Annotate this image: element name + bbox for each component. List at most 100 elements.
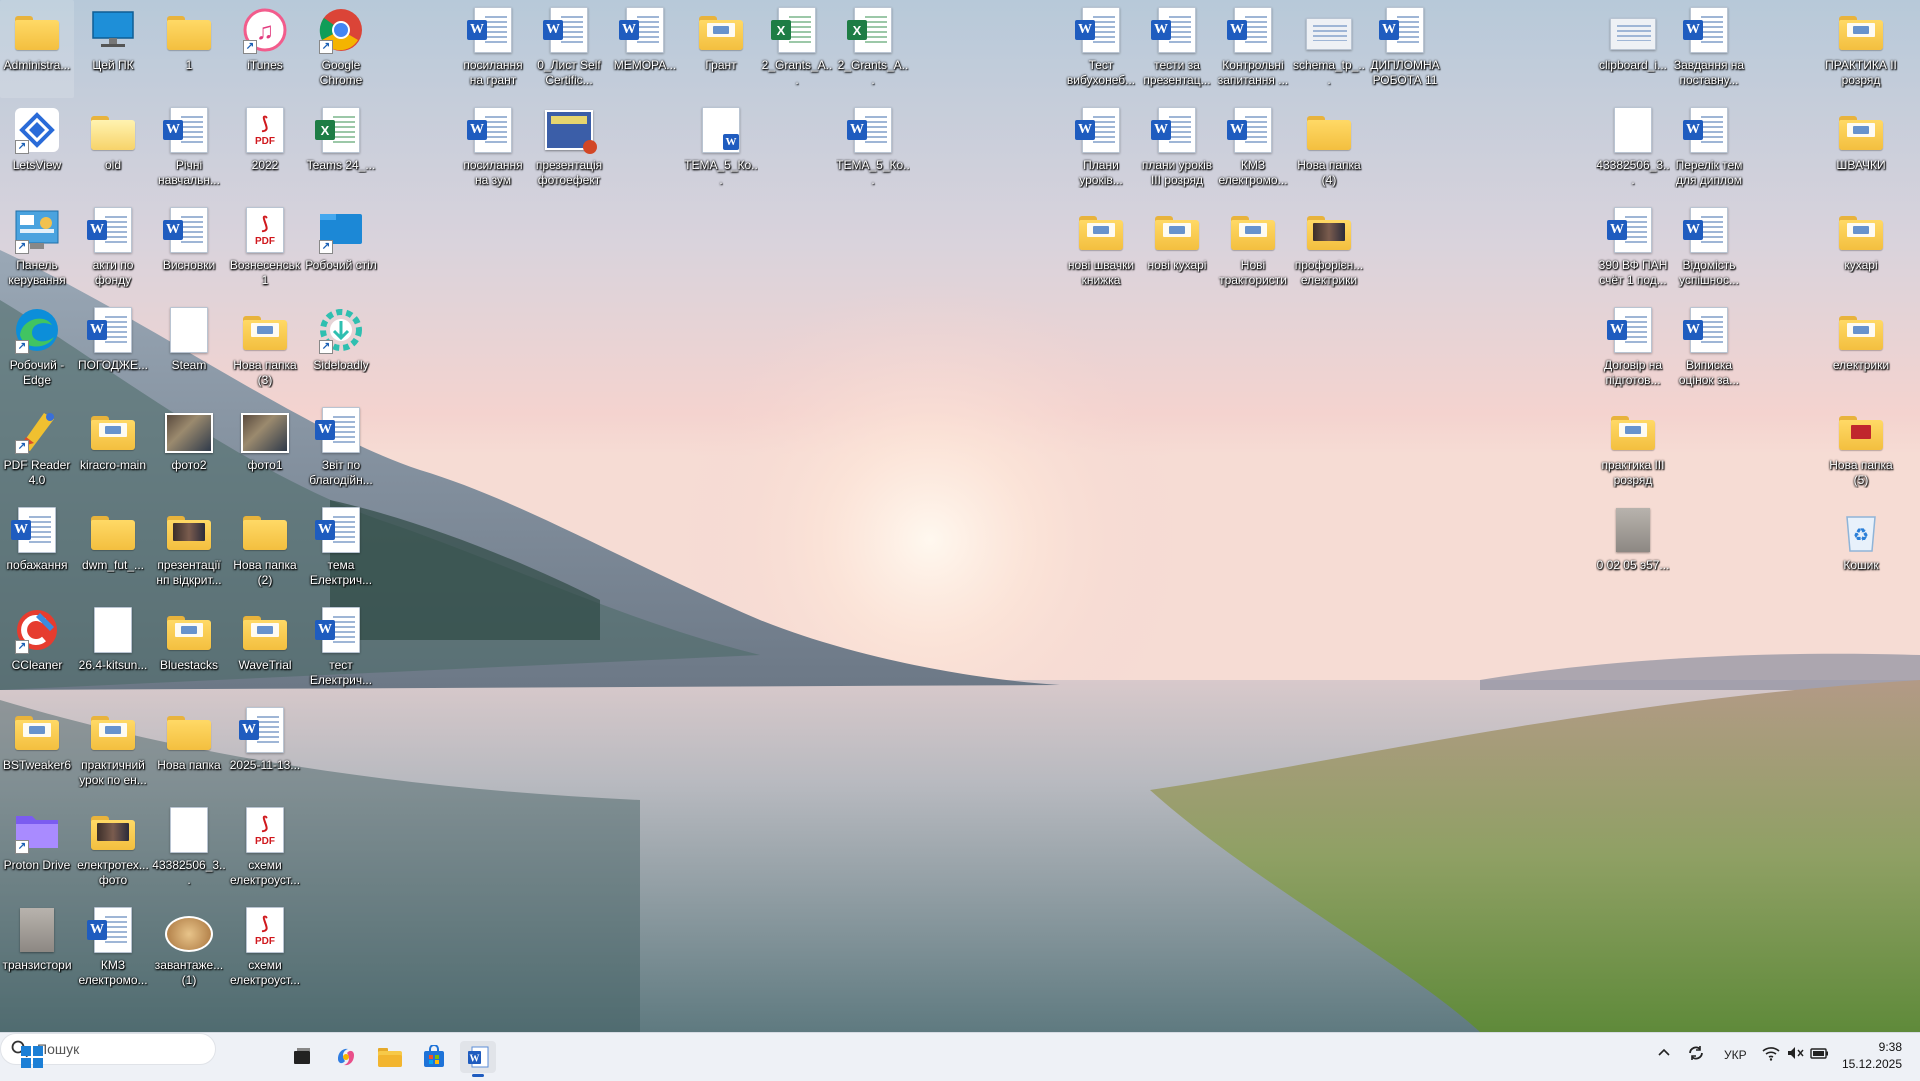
desktop-icon[interactable]: W Річні навчальн... bbox=[152, 100, 226, 198]
desktop-icon[interactable]: ШВАЧКИ bbox=[1824, 100, 1898, 198]
desktop-icon[interactable]: 43382506_3... bbox=[1596, 100, 1670, 198]
tray-clock[interactable]: 9:38 15.12.2025 bbox=[1842, 1039, 1902, 1073]
desktop-icon[interactable]: W КМЗ електромо... bbox=[76, 900, 150, 998]
desktop-icon[interactable]: Steam bbox=[152, 300, 226, 398]
desktop-icon[interactable]: W Перелік тем для диплом bbox=[1672, 100, 1746, 198]
desktop-icon[interactable]: W Завдання на поставну... bbox=[1672, 0, 1746, 98]
desktop-icon[interactable]: завантаже... (1) bbox=[152, 900, 226, 998]
desktop-icon[interactable]: практика ІІІ розряд bbox=[1596, 400, 1670, 498]
desktop-icon[interactable]: X 2_Grants_A... bbox=[760, 0, 834, 98]
desktop-icon[interactable]: ПРАКТИКА ІІ розряд bbox=[1824, 0, 1898, 98]
desktop-icon[interactable]: W 390 ВФ ПАН счёт 1 под... bbox=[1596, 200, 1670, 298]
desktop-icon[interactable]: ↗ CCleaner bbox=[0, 600, 74, 698]
desktop-icon[interactable]: Нова папка (3) bbox=[228, 300, 302, 398]
taskbar-word[interactable]: W bbox=[460, 1041, 496, 1077]
taskbar-file-explorer[interactable] bbox=[372, 1041, 408, 1073]
desktop-icon[interactable]: ⟆ PDF Вознесенськ 1 bbox=[228, 200, 302, 298]
desktop-icon[interactable]: профорієн... електрики bbox=[1292, 200, 1366, 298]
desktop-icon[interactable]: W КМЗ електромо... bbox=[1216, 100, 1290, 198]
desktop-icon[interactable]: ↗ Proton Drive bbox=[0, 800, 74, 898]
desktop-icon[interactable]: W Плани уроків... bbox=[1064, 100, 1138, 198]
desktop-icon[interactable]: schema_tp_... bbox=[1292, 0, 1366, 98]
desktop-icon[interactable]: Wпобажання bbox=[0, 500, 74, 598]
desktop-icon[interactable]: W МЕМОРА... bbox=[608, 0, 682, 98]
desktop-icon[interactable]: ↗ PDF Reader 4.0 bbox=[0, 400, 74, 498]
desktop-icon[interactable]: презентації нп відкрит... bbox=[152, 500, 226, 598]
desktop-icon[interactable]: презентація фотоефект bbox=[532, 100, 606, 198]
desktop-icon[interactable]: ♫ ↗ iTunes bbox=[228, 0, 302, 98]
desktop-icon[interactable]: ⟆ PDF схеми електроуст... bbox=[228, 800, 302, 898]
desktop-icon[interactable]: BSTweaker6 bbox=[0, 700, 74, 798]
desktop-icon[interactable]: WaveTrial bbox=[228, 600, 302, 698]
desktop-icon[interactable]: 1 bbox=[152, 0, 226, 98]
desktop-icon[interactable]: W 2025-11-13... bbox=[228, 700, 302, 798]
desktop-icon[interactable]: Нова папка (5) bbox=[1824, 400, 1898, 498]
desktop-icon[interactable]: нові швачки книжка bbox=[1064, 200, 1138, 298]
desktop-icon[interactable]: W ДИПЛОМНА РОБОТА 11 bbox=[1368, 0, 1442, 98]
taskbar-copilot[interactable] bbox=[328, 1041, 364, 1073]
speaker-muted-icon[interactable] bbox=[1786, 1045, 1804, 1064]
desktop-icon[interactable]: W Відомість успішнос... bbox=[1672, 200, 1746, 298]
desktop-icon[interactable]: Wакти по фонду bbox=[76, 200, 150, 298]
desktop-icon[interactable]: ↗ Робочий стіл bbox=[304, 200, 378, 298]
desktop-icon[interactable]: W ТЕМА_5_Ко... bbox=[684, 100, 758, 198]
desktop-icon[interactable]: W ТЕМА_5_Ко... bbox=[836, 100, 910, 198]
battery-icon[interactable] bbox=[1810, 1045, 1830, 1064]
wifi-icon[interactable] bbox=[1762, 1045, 1780, 1064]
desktop-icon[interactable]: 0 02 05 э57... bbox=[1596, 500, 1670, 598]
desktop-icon[interactable]: W Договір на підготов... bbox=[1596, 300, 1670, 398]
desktop-icon[interactable]: Грант bbox=[684, 0, 758, 98]
desktop-icon[interactable]: ⟆ PDF 2022 bbox=[228, 100, 302, 198]
desktop-icon[interactable]: X 2_Grants_A... bbox=[836, 0, 910, 98]
desktop-icon[interactable]: 43382506_3... bbox=[152, 800, 226, 898]
desktop-icon[interactable]: кухарі bbox=[1824, 200, 1898, 298]
tray-overflow-chevron-icon[interactable] bbox=[1656, 1045, 1672, 1064]
desktop-icon[interactable]: Нові трактористи bbox=[1216, 200, 1290, 298]
desktop-icon[interactable]: W Тест вибухонеб... bbox=[1064, 0, 1138, 98]
desktop-icon[interactable]: ↗ Панель керування bbox=[0, 200, 74, 298]
desktop-icon[interactable]: X Teams 24_... bbox=[304, 100, 378, 198]
desktop-icon[interactable]: Wтест Електрич... bbox=[304, 600, 378, 698]
desktop-icon[interactable]: Wтести за презентац... bbox=[1140, 0, 1214, 98]
desktop-icon[interactable]: ⟆ PDF схеми електроуст... bbox=[228, 900, 302, 998]
desktop-icon[interactable]: 26.4-kitsun... bbox=[76, 600, 150, 698]
desktop-icon[interactable]: фото1 bbox=[228, 400, 302, 498]
taskbar-task-view[interactable] bbox=[284, 1041, 320, 1073]
desktop-icon[interactable]: W Висновки bbox=[152, 200, 226, 298]
desktop-icon[interactable]: Administra... bbox=[0, 0, 74, 98]
desktop-icon[interactable]: нові кухарі bbox=[1140, 200, 1214, 298]
taskbar-microsoft-store[interactable] bbox=[416, 1041, 452, 1073]
tray-language[interactable]: УКР bbox=[1724, 1048, 1747, 1062]
desktop-icon[interactable]: електрики bbox=[1824, 300, 1898, 398]
desktop-icon[interactable]: ↗ Google Chrome bbox=[304, 0, 378, 98]
desktop-icon[interactable]: dwm_fut_... bbox=[76, 500, 150, 598]
desktop-icon[interactable]: W 0_Лист Self Certific... bbox=[532, 0, 606, 98]
desktop-icon[interactable]: W Виписка оцінок за... bbox=[1672, 300, 1746, 398]
desktop-icon[interactable]: фото2 bbox=[152, 400, 226, 498]
desktop-icon[interactable]: Wпосилання на грант bbox=[456, 0, 530, 98]
desktop-icon[interactable]: ↗ Робочий - Edge bbox=[0, 300, 74, 398]
desktop-icon[interactable]: ↗ Sideloadly bbox=[304, 300, 378, 398]
start-button[interactable] bbox=[16, 1041, 48, 1073]
desktop-icon[interactable]: практичний урок по ен... bbox=[76, 700, 150, 798]
tray-sync-icon[interactable] bbox=[1686, 1043, 1706, 1066]
desktop-icon[interactable]: clipboard_i... bbox=[1596, 0, 1670, 98]
desktop-icon[interactable]: Нова папка bbox=[152, 700, 226, 798]
desktop-icon[interactable]: Wплани уроків ІІІ розряд bbox=[1140, 100, 1214, 198]
desktop-icon[interactable]: Нова папка (2) bbox=[228, 500, 302, 598]
desktop-icon-label: посилання на зум bbox=[463, 158, 523, 187]
desktop-icon[interactable]: транзистори bbox=[0, 900, 74, 998]
desktop-icon[interactable]: ↗ LetsView bbox=[0, 100, 74, 198]
desktop-icon[interactable]: W Звіт по благодійн... bbox=[304, 400, 378, 498]
desktop-icon[interactable]: Bluestacks bbox=[152, 600, 226, 698]
desktop-icon[interactable]: ♻ Кошик bbox=[1824, 500, 1898, 598]
desktop-icon[interactable]: W ПОГОДЖЕ... bbox=[76, 300, 150, 398]
desktop-icon[interactable]: W Контрольні запитання ... bbox=[1216, 0, 1290, 98]
desktop-icon[interactable]: kiracro-main bbox=[76, 400, 150, 498]
desktop-icon[interactable]: Wтема Електрич... bbox=[304, 500, 378, 598]
desktop-icon[interactable]: електротех... фото bbox=[76, 800, 150, 898]
desktop-icon[interactable]: Цей ПК bbox=[76, 0, 150, 98]
desktop-icon[interactable]: old bbox=[76, 100, 150, 198]
desktop-icon[interactable]: Wпосилання на зум bbox=[456, 100, 530, 198]
desktop-icon[interactable]: Нова папка (4) bbox=[1292, 100, 1366, 198]
